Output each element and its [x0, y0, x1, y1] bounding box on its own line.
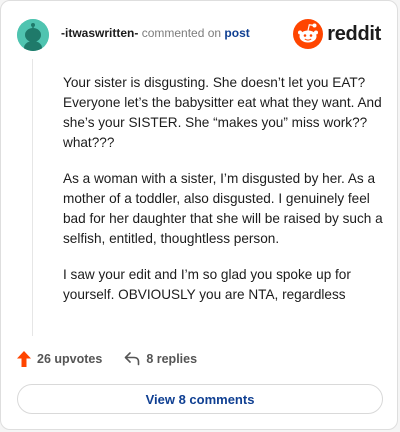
- user-avatar[interactable]: [17, 19, 49, 51]
- snoo-avatar-icon: [17, 19, 49, 51]
- comment-paragraph: As a woman with a sister, I’m disgusted …: [63, 171, 383, 246]
- username-link[interactable]: -itwaswritten-: [61, 26, 138, 40]
- reply-arrow-icon: [125, 352, 140, 366]
- replies-count: 8 replies: [146, 352, 198, 366]
- upvote-button[interactable]: 26 upvotes: [17, 351, 102, 367]
- view-comments-button[interactable]: View 8 comments: [17, 384, 383, 414]
- comment-card: -itwaswritten- commented on post reddit …: [0, 0, 398, 430]
- post-link[interactable]: post: [224, 26, 249, 40]
- commented-on-text: commented on: [141, 26, 222, 40]
- comment-paragraph: Your sister is disgusting. She doesn’t l…: [63, 75, 382, 150]
- upvote-arrow-icon: [17, 351, 31, 367]
- upvote-count: 26 upvotes: [37, 352, 103, 366]
- comment-body: Your sister is disgusting. She doesn’t l…: [63, 73, 383, 321]
- thread-line: [32, 59, 33, 336]
- replies-button[interactable]: 8 replies: [124, 352, 197, 366]
- comment-actions: 26 upvotes 8 replies: [17, 349, 197, 369]
- comment-meta: -itwaswritten- commented on post: [61, 26, 250, 40]
- reddit-brand[interactable]: reddit: [293, 17, 381, 51]
- reddit-snoo-icon: [293, 19, 324, 49]
- reddit-wordmark: reddit: [327, 22, 381, 45]
- comment-header: -itwaswritten- commented on post reddit: [17, 17, 381, 51]
- comment-paragraph: I saw your edit and I’m so glad you spok…: [63, 267, 351, 302]
